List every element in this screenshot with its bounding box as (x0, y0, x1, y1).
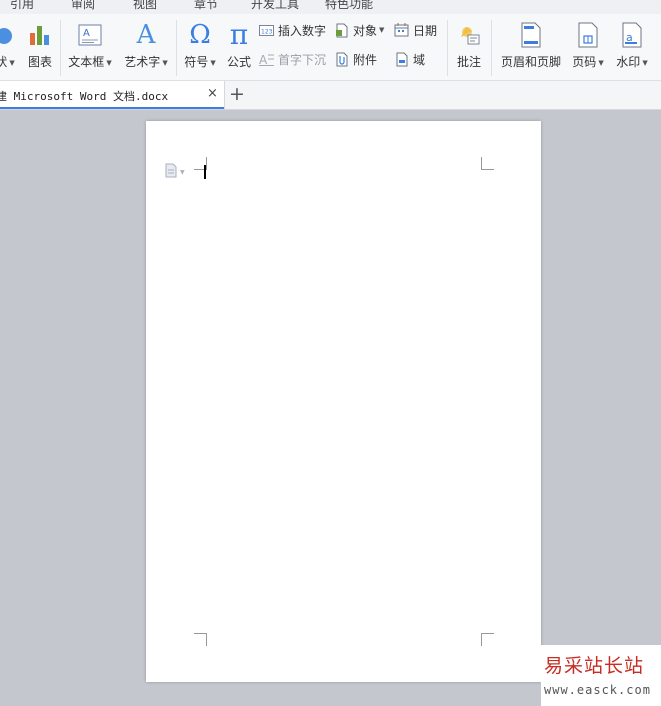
text-cursor (204, 165, 206, 179)
symbol-glyph: Ω (189, 20, 211, 50)
document-tab-bar: 建 Microsoft Word 文档.docx × + (0, 81, 661, 110)
paragraph-layout-handle[interactable]: ▼ (165, 163, 191, 181)
insert-number-button[interactable]: 123 插入数字 (259, 21, 326, 39)
object-button[interactable]: 对象 ▼ (334, 21, 384, 39)
object-icon (334, 23, 349, 37)
page-number-label: 页码 (572, 55, 597, 69)
symbol-label: 符号 (184, 55, 209, 69)
chevron-down-icon: ▼ (180, 168, 185, 176)
date-label: 日期 (413, 23, 438, 38)
site-watermark: 易采站长站 www.easck.com (507, 645, 661, 706)
document-icon (165, 163, 177, 181)
ribbon-divider (447, 20, 448, 76)
margin-corner-bottom-left (194, 633, 207, 646)
attachment-label: 附件 (353, 52, 378, 67)
comment-icon (452, 20, 486, 50)
number-badge: 123 (261, 28, 273, 35)
close-icon[interactable]: × (207, 86, 218, 101)
menu-tab-chapter[interactable]: 章节 (194, 0, 218, 12)
date-button[interactable]: 日期 (394, 21, 437, 39)
header-footer-label: 页眉和页脚 (500, 55, 561, 69)
margin-corner-top-right (481, 157, 494, 170)
document-tab-title: 建 Microsoft Word 文档.docx (0, 90, 169, 103)
symbol-button[interactable]: Ω 符号 ▼ (181, 20, 219, 76)
shape-button[interactable]: 状 ▼ (0, 20, 18, 76)
field-label: 域 (413, 52, 426, 67)
shape-label: 状 (0, 55, 8, 69)
page-number-button[interactable]: 页码 ▼ (569, 20, 607, 76)
textbox-icon: A (64, 20, 116, 50)
svg-text:A: A (259, 53, 268, 66)
watermark-backdrop (507, 651, 537, 677)
chevron-down-icon: ▼ (642, 58, 648, 67)
menu-tab-developer[interactable]: 开发工具 (251, 0, 299, 12)
watermark-site-name: 易采站长站 (544, 655, 645, 677)
document-tab[interactable]: 建 Microsoft Word 文档.docx × (0, 81, 225, 109)
textbox-button[interactable]: A 文本框 ▼ (64, 20, 116, 76)
attachment-button[interactable]: 附件 (334, 50, 377, 68)
ribbon-divider (60, 20, 61, 76)
ribbon-divider (491, 20, 492, 76)
dropcap-icon: A (259, 52, 274, 66)
menu-tab-review[interactable]: 审阅 (71, 0, 95, 12)
wordart-label: 艺术字 (124, 55, 161, 69)
new-tab-plus-icon[interactable]: + (229, 83, 245, 105)
chart-button[interactable]: 图表 (24, 20, 56, 76)
bar-chart-icon (24, 20, 56, 50)
wordart-glyph: A (136, 20, 156, 50)
chevron-down-icon: ▼ (210, 58, 216, 67)
dropcap-label: 首字下沉 (278, 52, 327, 67)
chevron-down-icon: ▼ (598, 58, 604, 67)
shape-icon (0, 20, 18, 50)
attachment-icon (334, 52, 349, 66)
margin-corner-bottom-right (481, 633, 494, 646)
menu-tab-features[interactable]: 特色功能 (325, 0, 373, 12)
chevron-down-icon: ▼ (162, 58, 168, 67)
header-footer-button[interactable]: 页眉和页脚 (498, 20, 564, 76)
watermark-label: 水印 (616, 55, 641, 69)
insert-ribbon: 状 ▼ 图表 A 文本框 ▼ A 艺术字 ▼ Ω 符号 ▼ π 公式 123 插… (0, 14, 661, 81)
ribbon-divider (176, 20, 177, 76)
watermark-button[interactable]: a 水印 ▼ (612, 20, 652, 76)
document-page[interactable]: ▼ (146, 121, 541, 682)
header-footer-icon (498, 20, 564, 50)
textbox-label: 文本框 (68, 55, 105, 69)
pi-icon: π (223, 20, 255, 50)
formula-label: 公式 (226, 55, 251, 69)
formula-button[interactable]: π 公式 (223, 20, 255, 76)
object-label: 对象 (353, 23, 378, 38)
chevron-down-icon: ▼ (379, 26, 385, 34)
calendar-icon (394, 23, 409, 37)
watermark-icon: a (612, 20, 652, 50)
menu-tab-view[interactable]: 视图 (133, 0, 157, 12)
page-number-icon (569, 20, 607, 50)
field-icon (394, 52, 409, 66)
wordart-icon: A (120, 20, 172, 50)
comment-label: 批注 (456, 55, 481, 69)
field-button[interactable]: 域 (394, 50, 425, 68)
chevron-down-icon: ▼ (106, 58, 112, 67)
dropcap-button[interactable]: A 首字下沉 (259, 50, 326, 68)
watermark-site-url: www.easck.com (544, 683, 651, 697)
number-icon: 123 (259, 23, 274, 37)
menu-tab-strip: 引用 审阅 视图 章节 开发工具 特色功能 (0, 0, 661, 14)
comment-button[interactable]: 批注 (452, 20, 486, 76)
omega-icon: Ω (181, 20, 219, 50)
wordart-button[interactable]: A 艺术字 ▼ (120, 20, 172, 76)
chart-label: 图表 (27, 55, 52, 69)
formula-glyph: π (229, 18, 249, 51)
menu-tab-references[interactable]: 引用 (10, 0, 34, 12)
textbox-glyph: A (83, 28, 90, 39)
chevron-down-icon: ▼ (9, 58, 15, 67)
insert-number-label: 插入数字 (278, 23, 327, 38)
